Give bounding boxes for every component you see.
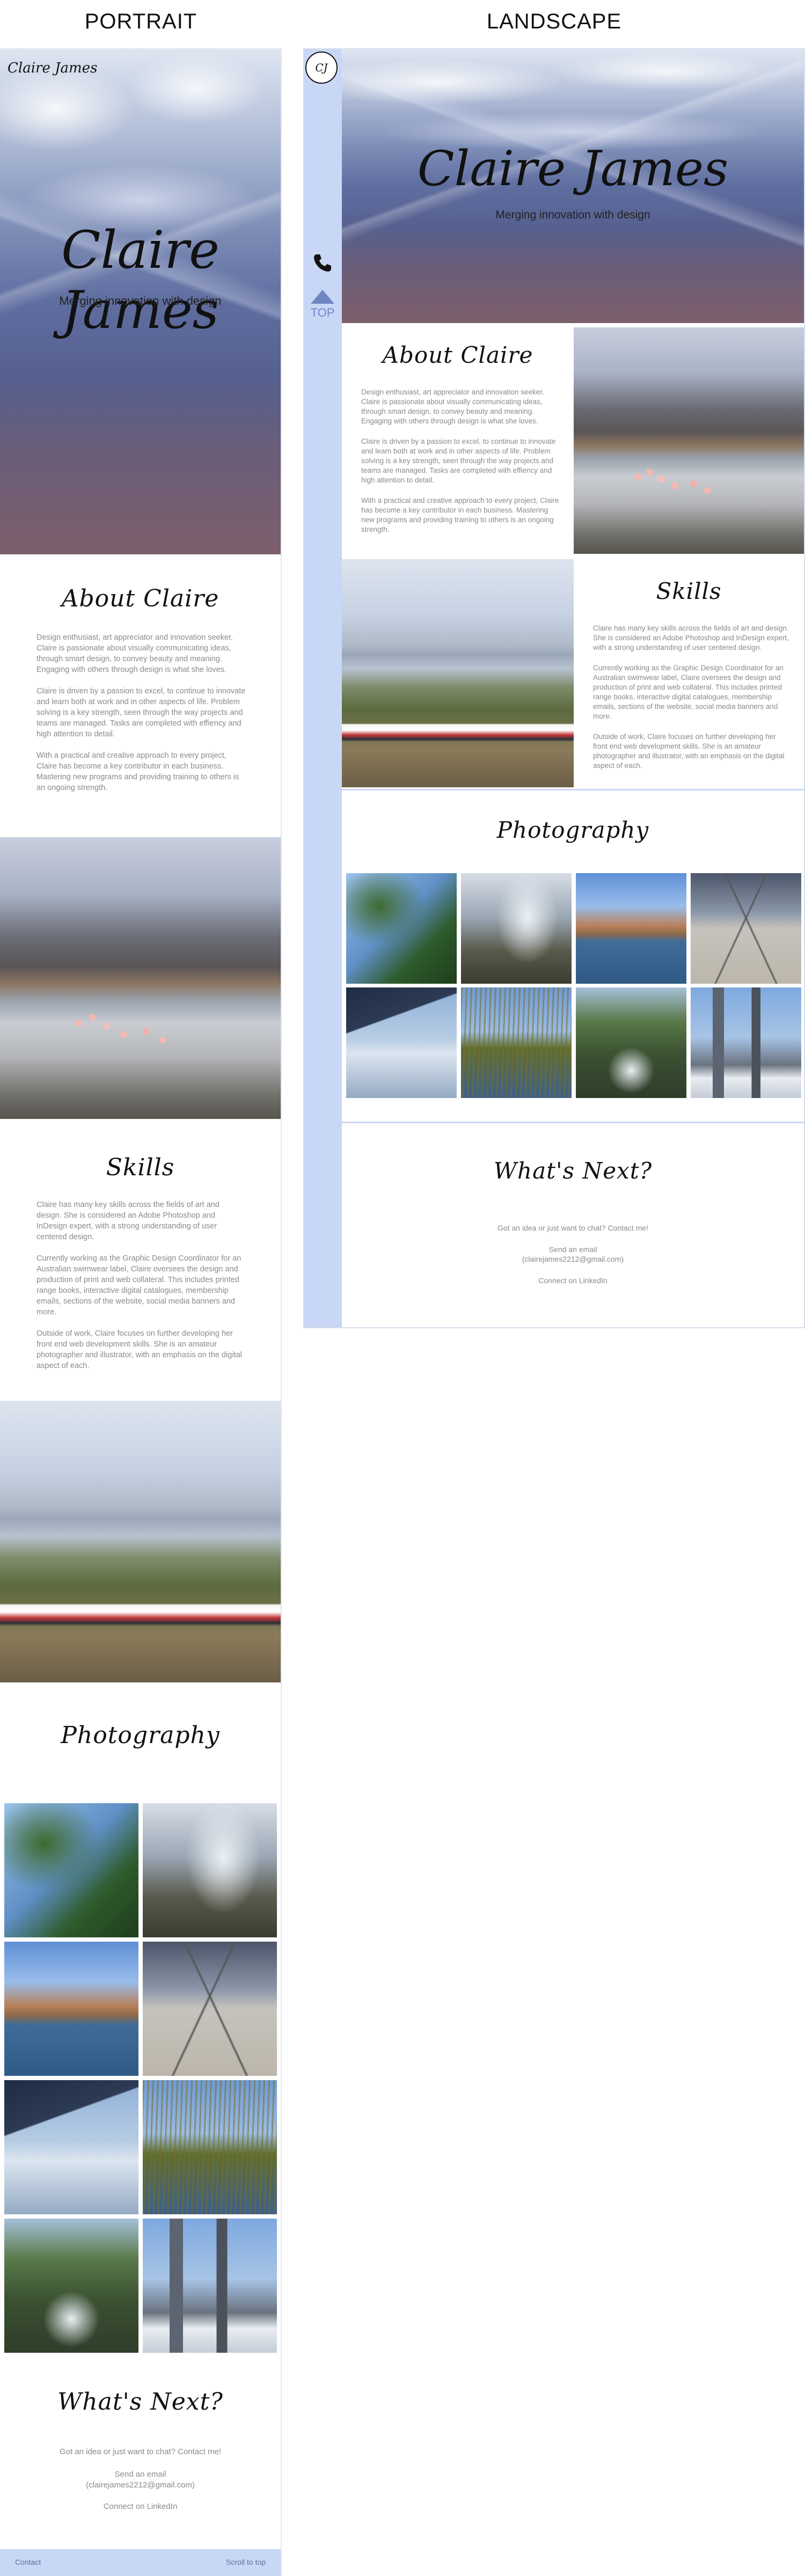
section-divider [342,789,804,791]
photo-lake[interactable] [4,1942,138,2076]
landscape-photo-falls[interactable] [461,873,572,984]
portrait-mockup: Claire James Claire James Merging innova… [0,48,282,2576]
about-paragraph-2: Claire is driven by a passion to excel, … [36,687,246,738]
landscape-next-intro: Got an idea or just want to chat? Contac… [497,1224,648,1232]
landscape-hero-title: Claire James [417,141,729,197]
logo[interactable]: Claire James [8,60,97,76]
landscape-about-paragraph-2: Claire is driven by a passion to excel, … [361,437,556,484]
landscape-photo-reeds[interactable] [461,987,572,1098]
skills-paragraph-2: Currently working as the Graphic Design … [36,1254,241,1316]
about-paragraph-3: With a practical and creative approach t… [36,751,239,792]
photo-reeds[interactable] [143,2080,277,2214]
footer-scroll-top-link[interactable]: Scroll to top [226,2558,266,2566]
landscape-label: LANDSCAPE [486,10,622,33]
landscape-photo-wing[interactable] [346,987,457,1098]
landscape-skills-paragraph-3: Outside of work, Claire focuses on furth… [593,733,785,770]
landscape-skills-heading: Skills [656,578,722,604]
landscape-about-text: Design enthusiast, art appreciator and i… [361,387,560,545]
photo-palm[interactable] [4,1803,138,1937]
landscape-about-paragraph-1: Design enthusiast, art appreciator and i… [361,388,544,425]
landscape-email-label[interactable]: Send an email [342,1245,804,1254]
landscape-about-heading: About Claire [382,342,533,368]
landscape-skills-paragraph-1: Claire has many key skills across the fi… [593,624,789,652]
landscape-email-address[interactable]: (clairejames2212@gmail.com) [342,1255,804,1263]
landscape-photo-lake[interactable] [576,873,686,984]
landscape-skills-paragraph-2: Currently working as the Graphic Design … [593,664,784,720]
landscape-mockup: CJ TOP Claire James Merging innovation w… [303,48,805,1328]
email-label[interactable]: Send an email [0,2470,281,2479]
landscape-skills-text: Claire has many key skills across the fi… [593,624,792,781]
boats-image [0,1401,281,1682]
side-rail [303,49,342,1327]
landscape-photography-heading: Photography [496,817,649,843]
about-heading: About Claire [61,585,219,612]
email-address[interactable]: (clairejames2212@gmail.com) [0,2480,281,2490]
landscape-hero-tagline: Merging innovation with design [495,209,650,221]
next-intro: Got an idea or just want to chat? Contac… [60,2447,221,2456]
landscape-logo[interactable]: CJ [305,52,338,84]
landscape-photo-palm[interactable] [346,873,457,984]
next-heading: What's Next? [57,2388,223,2416]
section-divider-2 [342,1122,804,1123]
footer-bar: Contact Scroll to top [0,2549,281,2576]
photo-falls[interactable] [143,1803,277,1937]
hero-title: Claire James [61,220,219,340]
scroll-top-label[interactable]: TOP [303,306,342,320]
landscape-linkedin-link[interactable]: Connect on LinkedIn [342,1276,804,1285]
footer-contact-link[interactable]: Contact [15,2558,41,2566]
landscape-photo-tracks[interactable] [691,873,801,984]
photo-city[interactable] [143,2219,277,2353]
linkedin-link[interactable]: Connect on LinkedIn [0,2502,281,2511]
skills-paragraph-3: Outside of work, Claire focuses on furth… [36,1329,242,1370]
photography-heading: Photography [61,1722,220,1749]
landscape-photo-city[interactable] [691,987,801,1098]
about-text: Design enthusiast, art appreciator and i… [36,632,246,804]
landscape-about-paragraph-3: With a practical and creative approach t… [361,496,559,533]
hero-tagline: Merging innovation with design [59,294,222,308]
photo-stream[interactable] [4,2219,138,2353]
phone-icon[interactable] [312,252,333,274]
skills-text: Claire has many key skills across the fi… [36,1199,246,1382]
photo-tracks[interactable] [143,1942,277,2076]
landscape-next-heading: What's Next? [493,1158,653,1184]
skills-heading: Skills [106,1154,175,1181]
photo-wing[interactable] [4,2080,138,2214]
flamingo-image [0,837,281,1119]
landscape-boats-image [342,559,574,787]
skills-paragraph-1: Claire has many key skills across the fi… [36,1201,219,1241]
landscape-photo-stream[interactable] [576,987,686,1098]
about-paragraph-1: Design enthusiast, art appreciator and i… [36,633,233,674]
scroll-top-arrow-icon[interactable] [311,290,334,304]
portrait-label: PORTRAIT [84,10,197,33]
landscape-flamingo-image [574,327,804,554]
